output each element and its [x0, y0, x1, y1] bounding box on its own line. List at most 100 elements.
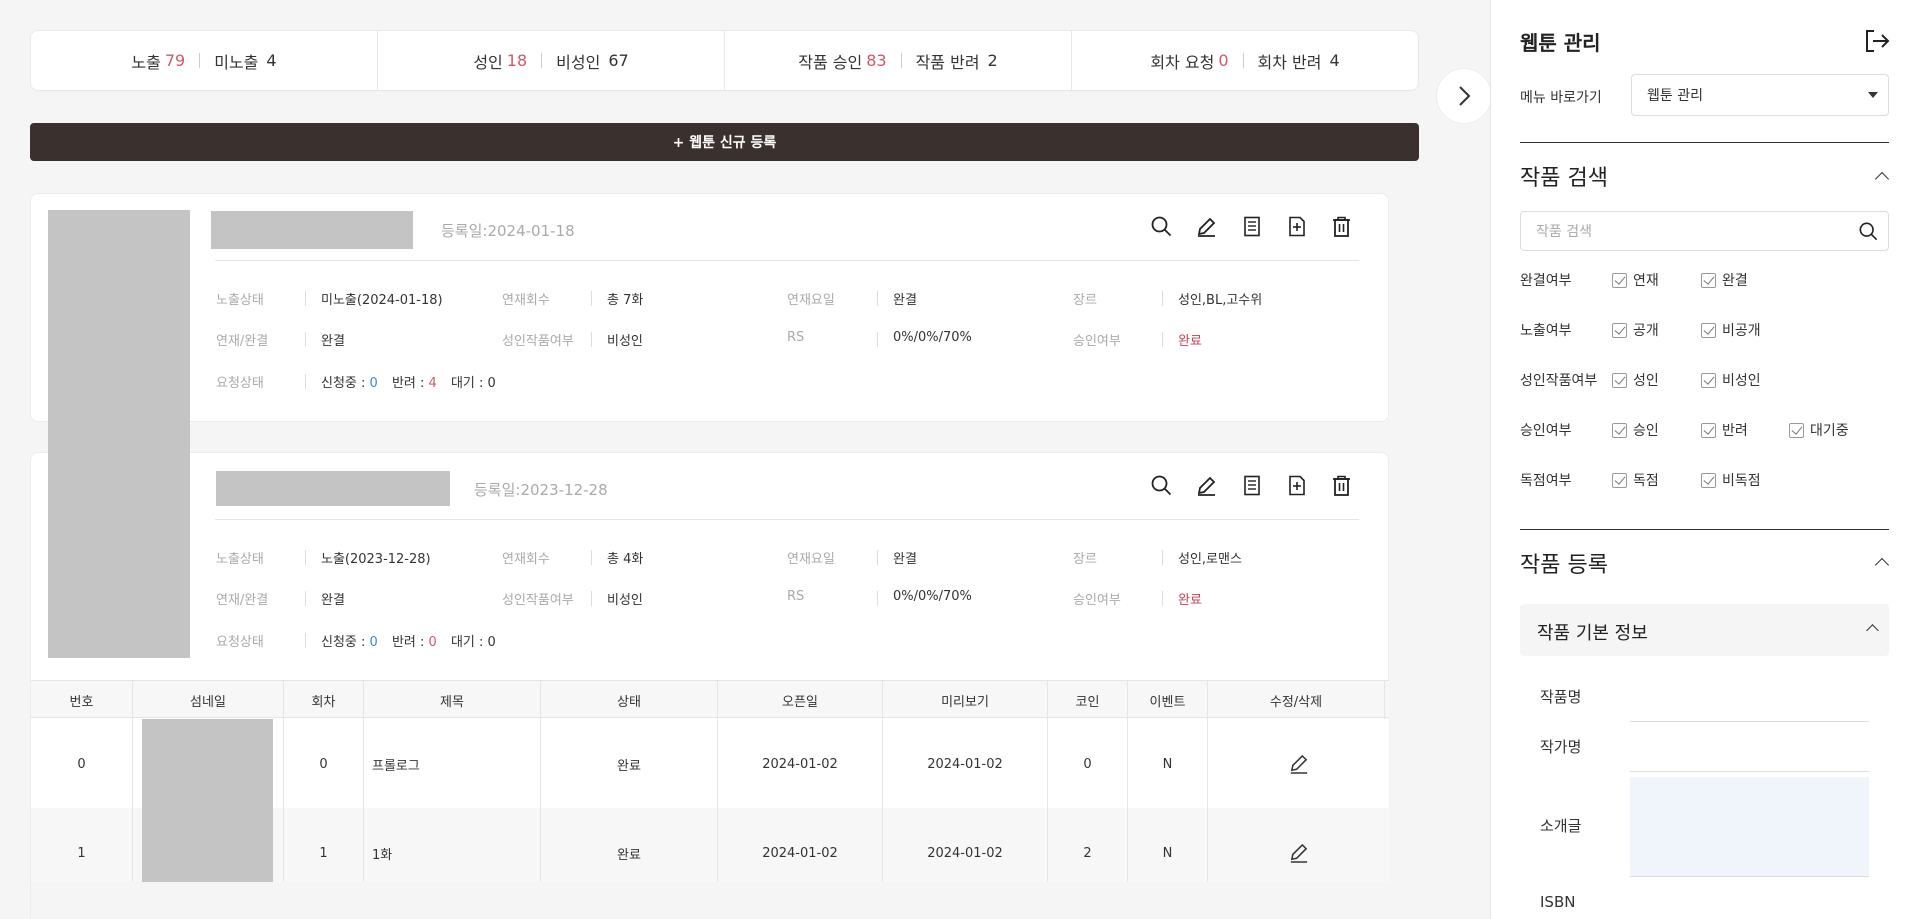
filter-label-expose: 노출여부 — [1520, 323, 1572, 339]
divider — [1242, 53, 1244, 68]
search-icon[interactable] — [1859, 222, 1878, 241]
chevron-up-icon[interactable] — [1874, 171, 1890, 187]
title-input[interactable] — [1630, 721, 1869, 722]
divider — [305, 332, 306, 347]
register-date: 등록일:2023-12-28 — [474, 481, 608, 499]
trash-icon[interactable] — [1330, 474, 1353, 497]
checkbox-complete[interactable]: 완결 — [1701, 270, 1748, 290]
label-approve: 승인여부 — [1073, 593, 1121, 608]
check-icon — [1612, 272, 1627, 288]
filter-label-approve: 승인여부 — [1520, 423, 1572, 439]
stat-value: 0 — [1218, 51, 1229, 70]
value-rs: 0%/0%/70% — [893, 589, 972, 604]
request-status: 신청중 : 0 반려 : 0 대기 : 0 — [321, 635, 496, 650]
card-actions — [1150, 474, 1353, 497]
column-header: 코인 — [1048, 681, 1128, 719]
edit-icon[interactable] — [1287, 842, 1310, 865]
check-icon — [1612, 472, 1627, 488]
stat-label: 회차 요청 — [1150, 52, 1215, 72]
register-webtoon-button[interactable]: + 웹툰 신규 등록 — [30, 123, 1419, 161]
checkbox-private[interactable]: 비공개 — [1701, 320, 1761, 340]
divider — [877, 591, 878, 606]
divider — [215, 519, 1359, 520]
author-input[interactable] — [1630, 771, 1869, 772]
register-date: 등록일:2024-01-18 — [441, 222, 575, 240]
trash-icon[interactable] — [1330, 215, 1353, 238]
webtoon-title-placeholder — [216, 471, 450, 506]
divider — [305, 291, 306, 306]
label-episodes: 연재회수 — [502, 552, 550, 567]
add-episode-icon[interactable] — [1285, 474, 1308, 497]
divider — [305, 591, 306, 606]
webtoon-title-placeholder — [211, 211, 413, 249]
value-adult: 비성인 — [607, 593, 643, 608]
check-icon — [1701, 422, 1716, 438]
form-label-title: 작품명 — [1540, 688, 1582, 706]
caret-down-icon — [1868, 92, 1878, 98]
label-genre: 장르 — [1073, 552, 1097, 567]
checkbox-reject[interactable]: 반려 — [1701, 420, 1748, 440]
checkbox-adult[interactable]: 성인 — [1612, 370, 1659, 390]
label-days: 연재요일 — [787, 552, 835, 567]
stat-group-episode: 회차 요청 0 회차 반려 4 — [1072, 31, 1418, 90]
value-approve: 완료 — [1178, 334, 1202, 349]
search-section-title: 작품 검색 — [1520, 166, 1608, 191]
value-genre: 성인,로맨스 — [1178, 552, 1242, 567]
cell-preview-date: 2024-01-02 — [883, 719, 1048, 809]
edit-icon[interactable] — [1195, 215, 1218, 238]
cell-coin: 0 — [1048, 719, 1128, 809]
value-expose: 노출(2023-12-28) — [321, 552, 431, 567]
checkbox-non-exclusive[interactable]: 비독점 — [1701, 470, 1761, 490]
divider — [305, 374, 306, 389]
cell-edit — [1208, 719, 1389, 809]
search-input[interactable]: 작품 검색 — [1520, 211, 1889, 251]
divider — [591, 291, 592, 306]
column-header: 수정/삭제 — [1208, 681, 1385, 719]
label-serial: 연재/완결 — [216, 334, 269, 349]
intro-textarea[interactable] — [1630, 777, 1869, 877]
search-icon[interactable] — [1150, 474, 1173, 497]
edit-icon[interactable] — [1195, 474, 1218, 497]
stat-label: 노출 — [131, 52, 161, 72]
stat-label: 미노출 — [214, 52, 259, 72]
checkbox-non-adult[interactable]: 비성인 — [1701, 370, 1761, 390]
list-icon[interactable] — [1240, 215, 1263, 238]
checkbox-exclusive[interactable]: 독점 — [1612, 470, 1659, 490]
next-button[interactable] — [1436, 68, 1492, 124]
check-icon — [1789, 422, 1804, 438]
column-header: 미리보기 — [883, 681, 1048, 719]
episode-table-header: 번호 섬네일 회차 제목 상태 오픈일 미리보기 코인 이벤트 수정/삭제 — [31, 680, 1389, 719]
scroll-fade — [31, 882, 1389, 919]
menu-shortcut-select[interactable]: 웹툰 관리 — [1631, 74, 1889, 116]
search-icon[interactable] — [1150, 215, 1173, 238]
checkbox-serial[interactable]: 연재 — [1612, 270, 1659, 290]
form-label-author: 작가명 — [1540, 738, 1582, 756]
column-header: 섬네일 — [133, 681, 284, 719]
chevron-up-icon[interactable] — [1866, 624, 1879, 637]
checkbox-waiting[interactable]: 대기중 — [1789, 420, 1849, 440]
logout-icon[interactable] — [1864, 29, 1890, 57]
filter-label-exclusive: 독점여부 — [1520, 473, 1572, 489]
edit-icon[interactable] — [1287, 753, 1310, 776]
column-header: 상태 — [541, 681, 718, 719]
divider — [215, 260, 1359, 261]
check-icon — [1612, 422, 1627, 438]
webtoon-thumbnail[interactable] — [48, 210, 190, 658]
add-episode-icon[interactable] — [1285, 215, 1308, 238]
list-icon[interactable] — [1240, 474, 1263, 497]
checkbox-public[interactable]: 공개 — [1612, 320, 1659, 340]
stat-label: 비성인 — [556, 52, 601, 72]
basic-info-section[interactable]: 작품 기본 정보 — [1520, 604, 1889, 656]
stat-group-adult: 성인 18 비성인 67 — [378, 31, 725, 90]
checkbox-approve[interactable]: 승인 — [1612, 420, 1659, 440]
divider — [1162, 291, 1163, 306]
chevron-up-icon[interactable] — [1874, 557, 1890, 573]
cell-event: N — [1128, 719, 1208, 809]
stat-group-expose: 노출 79 미노출 4 — [31, 31, 378, 90]
label-days: 연재요일 — [787, 293, 835, 308]
check-icon — [1612, 322, 1627, 338]
form-label-intro: 소개글 — [1540, 817, 1582, 835]
stat-label: 성인 — [473, 52, 503, 72]
cell-open-date: 2024-01-02 — [718, 719, 883, 809]
divider — [1162, 591, 1163, 606]
